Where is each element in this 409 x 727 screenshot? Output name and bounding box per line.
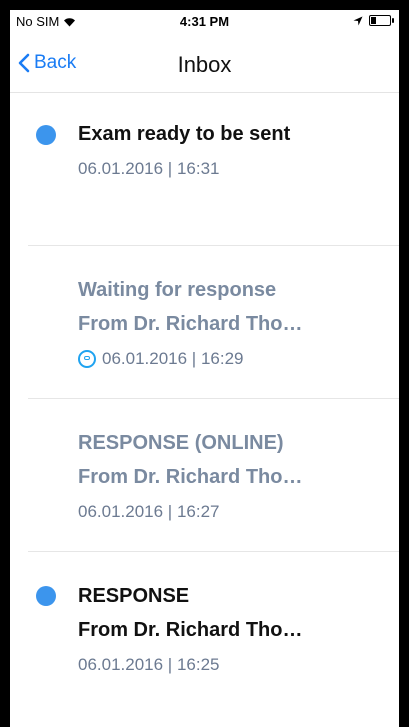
message-item[interactable]: RESPONSE From Dr. Richard Tho… 06.01.201… (28, 552, 399, 705)
message-date-text: 06.01.2016 | 16:27 (78, 502, 220, 521)
status-right (353, 15, 394, 26)
location-arrow-icon (353, 16, 363, 25)
message-date: 06.01.2016 | 16:27 (78, 498, 399, 526)
unread-dot-icon (36, 125, 56, 145)
message-item[interactable]: RESPONSE (ONLINE) From Dr. Richard Tho… … (28, 399, 399, 552)
back-button[interactable]: Back (18, 52, 76, 74)
message-sender: From Dr. Richard Tho… (78, 619, 303, 641)
status-time: 4:31 PM (179, 14, 230, 29)
back-label: Back (34, 52, 77, 73)
message-sender: From Dr. Richard Tho… (78, 313, 303, 335)
message-date-text: 06.01.2016 | 16:29 (102, 349, 244, 368)
message-title: Waiting for response (78, 279, 277, 301)
navigation-bar: Back Inbox (10, 34, 399, 93)
message-date-text: 06.01.2016 | 16:31 (78, 159, 220, 178)
message-title: Exam ready to be sent (78, 123, 291, 145)
message-sender: From Dr. Richard Tho… (78, 466, 303, 488)
message-title: RESPONSE (78, 585, 190, 607)
message-item[interactable]: Exam ready to be sent 06.01.2016 | 16:31 (28, 93, 399, 246)
status-bar: No SIM 4:31 PM (10, 10, 399, 34)
message-date-text: 06.01.2016 | 16:25 (78, 655, 220, 674)
unread-dot-icon (36, 586, 56, 606)
message-date: 06.01.2016 | 16:25 (78, 651, 399, 679)
message-date: 06.01.2016 | 16:29 (78, 345, 399, 373)
phone-screen: No SIM 4:31 PM Back Inbox Exam ready to … (10, 10, 399, 727)
message-item[interactable]: Waiting for response From Dr. Richard Th… (28, 246, 399, 399)
message-date: 06.01.2016 | 16:31 (78, 155, 399, 183)
battery-icon (369, 15, 394, 26)
message-status-icon (78, 350, 96, 368)
message-list: Exam ready to be sent 06.01.2016 | 16:31… (10, 93, 399, 705)
chevron-left-icon (18, 53, 30, 73)
message-title: RESPONSE (ONLINE) (78, 432, 284, 454)
